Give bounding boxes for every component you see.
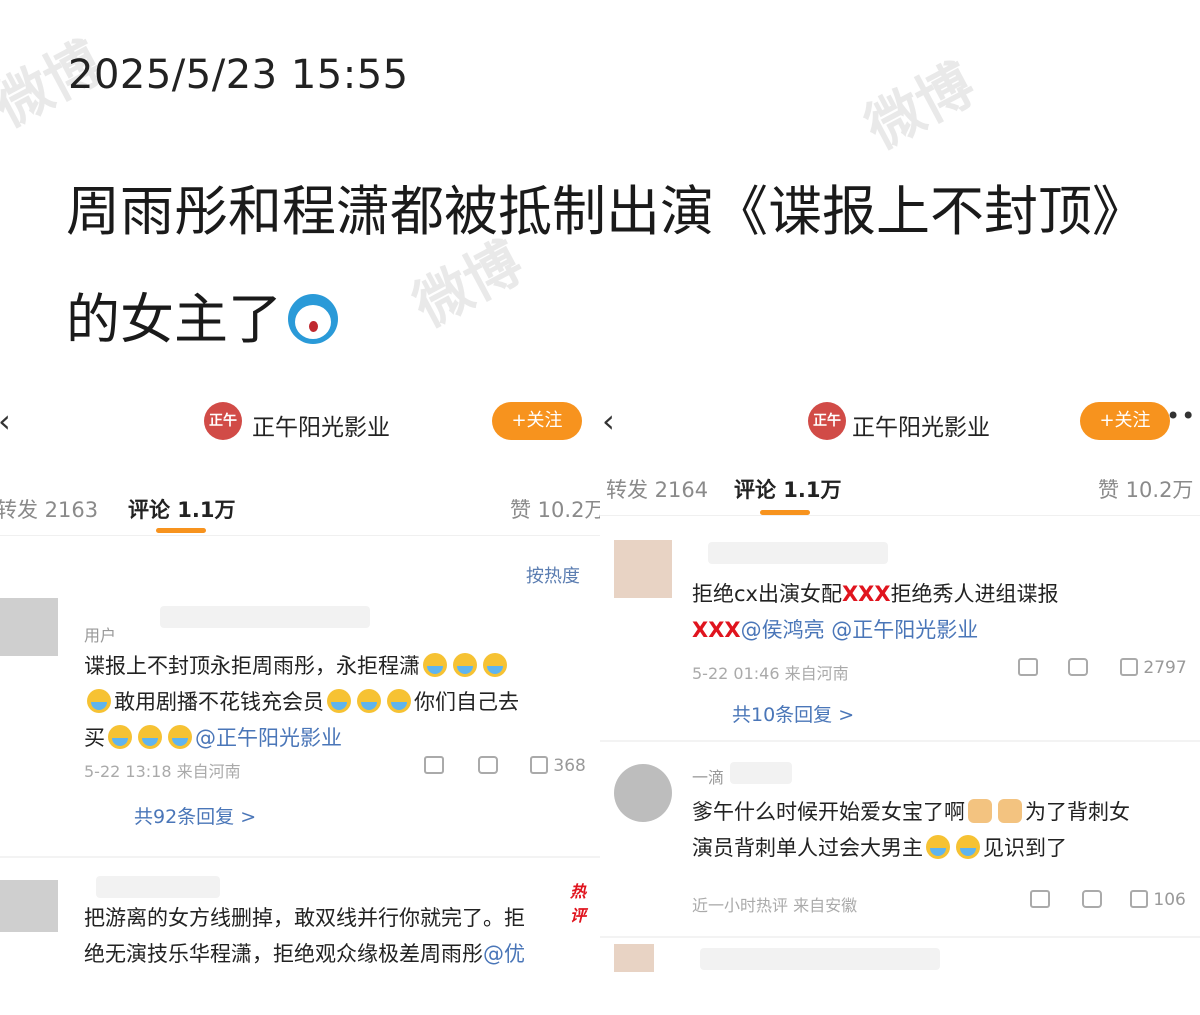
thumbs-up-emoji-icon [968, 799, 992, 823]
share-icon[interactable] [1018, 658, 1038, 678]
divider [600, 740, 1200, 742]
comment-meta: 近一小时热评 来自安徽 [692, 896, 858, 915]
avatar[interactable] [0, 598, 58, 656]
red-x-marks: XXX [841, 582, 891, 606]
reply-icon[interactable] [478, 756, 498, 776]
comment-text-part: 拒绝cx出演女配 [692, 582, 842, 606]
reply-icon[interactable] [1068, 658, 1088, 678]
avatar[interactable] [614, 540, 672, 598]
comment-text: 爹午什么时候开始爱女宝了啊 为了背刺女 演员背刺单人过会大男主 见识到了 [692, 794, 1192, 866]
crying-emoji-icon [108, 725, 132, 749]
share-icon[interactable] [1030, 890, 1050, 910]
crying-emoji-icon [357, 689, 381, 713]
comment-meta: 5-22 13:18 来自河南 [84, 762, 241, 781]
username[interactable]: 用户 [84, 622, 116, 646]
avatar[interactable] [0, 880, 58, 932]
crying-emoji-icon [168, 725, 192, 749]
account-logo[interactable]: 正午 [204, 402, 242, 440]
comment-text-part: 你们自己去 [414, 690, 519, 714]
crying-emoji-icon [956, 835, 980, 859]
comment-text-part: 敢用剧播不花钱充会员 [114, 690, 324, 714]
divider [0, 856, 600, 858]
tab-repost[interactable]: 转发 2163 [0, 494, 98, 524]
crying-emoji-icon [453, 653, 477, 677]
back-icon[interactable]: ‹ [602, 402, 615, 440]
share-icon[interactable] [424, 756, 444, 776]
like-action[interactable]: 106 [1130, 890, 1186, 910]
thumbs-up-icon [1130, 890, 1148, 908]
like-count: 106 [1153, 890, 1186, 910]
like-action[interactable]: 368 [530, 756, 586, 776]
comment-text-part: 演员背刺单人过会大男主 [692, 836, 923, 860]
account-logo[interactable]: 正午 [808, 402, 846, 440]
post-text: 周雨彤和程潇都被抵制出演《谍报上不封顶》的女主了 [66, 180, 1146, 351]
follow-button[interactable]: +关注 [1080, 402, 1170, 440]
crying-emoji-icon [327, 689, 351, 713]
blurred-username [730, 762, 792, 784]
tab-repost[interactable]: 转发 2164 [606, 474, 708, 504]
avatar[interactable] [614, 944, 654, 972]
active-tab-indicator [156, 528, 206, 533]
view-replies-link[interactable]: 共10条回复 > [732, 700, 854, 727]
comment-text-part: 爹午什么时候开始爱女宝了啊 [692, 800, 965, 824]
comment-text: 把游离的女方线删掉，敢双线并行你就完了。拒 绝无演技乐华程潇，拒绝观众缘极差周雨… [84, 900, 600, 972]
crying-emoji-icon [423, 653, 447, 677]
crying-emoji-icon [138, 725, 162, 749]
left-screenshot: ‹ 正午 正午阳光影业 +关注 转发 2163 评论 1.1万 赞 10.2万 … [0, 388, 600, 972]
right-screenshot: ‹ 正午 正午阳光影业 +关注 ••• 转发 2164 评论 1.1万 赞 10… [600, 388, 1200, 972]
tab-like[interactable]: 赞 10.2万 [1098, 474, 1193, 504]
blurred-username [700, 948, 940, 970]
comment-text-part: 绝无演技乐华程潇，拒绝观众缘极差周雨彤 [84, 942, 483, 966]
nav-bar: ‹ 正午 正午阳光影业 +关注 ••• [600, 388, 1200, 456]
post-body: 周雨彤和程潇都被抵制出演《谍报上不封顶》的女主了 [66, 158, 1146, 374]
tab-bar: 转发 2164 评论 1.1万 赞 10.2万 [600, 456, 1200, 516]
account-name[interactable]: 正午阳光影业 [852, 408, 990, 442]
mention-link[interactable]: @侯鸿亮 @正午阳光影业 [741, 618, 979, 642]
comment-text-part: 拒绝秀人进组谍报 [890, 582, 1059, 606]
red-x-marks: XXX [692, 618, 741, 642]
tab-comment[interactable]: 评论 1.1万 [734, 474, 842, 504]
like-action[interactable]: 2797 [1120, 658, 1187, 678]
comment-text: 谍报上不封顶永拒周雨彤，永拒程潇 敢用剧播不花钱充会员 你们自己去 买 @正午阳光影… [84, 648, 600, 756]
crying-emoji-icon [926, 835, 950, 859]
tab-like[interactable]: 赞 10.2万 [510, 494, 600, 524]
blurred-username [160, 606, 370, 628]
blurred-username [96, 876, 220, 898]
more-options-icon[interactable]: ••• [1166, 402, 1200, 430]
reply-icon[interactable] [1082, 890, 1102, 910]
active-tab-indicator [760, 510, 810, 515]
nav-bar: ‹ 正午 正午阳光影业 +关注 [0, 388, 600, 456]
back-icon[interactable]: ‹ [0, 402, 11, 440]
doraemon-emoji-icon [288, 294, 338, 344]
follow-button[interactable]: +关注 [492, 402, 582, 440]
comment-text-part: 把游离的女方线删掉，敢双线并行你就完了。拒 [84, 906, 525, 930]
comment-text: 拒绝cx出演女配XXX拒绝秀人进组谍报 XXX@侯鸿亮 @正午阳光影业 [692, 576, 1192, 648]
comment-text-part: 谍报上不封顶永拒周雨彤，永拒程潇 [84, 654, 420, 678]
thumbs-up-emoji-icon [998, 799, 1022, 823]
comment-text-part: 为了背刺女 [1025, 800, 1130, 824]
comment-text-part: 买 [84, 726, 105, 750]
blurred-username [708, 542, 888, 564]
crying-emoji-icon [87, 689, 111, 713]
username[interactable]: 一滴 [692, 764, 724, 788]
comment-meta: 5-22 01:46 来自河南 [692, 664, 849, 683]
account-name[interactable]: 正午阳光影业 [252, 408, 390, 442]
like-count: 368 [553, 756, 586, 776]
tab-bar: 转发 2163 评论 1.1万 赞 10.2万 [0, 476, 600, 536]
view-replies-link[interactable]: 共92条回复 > [134, 802, 256, 829]
post-timestamp: 2025/5/23 15:55 [68, 52, 409, 98]
divider [600, 936, 1200, 938]
comment-text-part: 见识到了 [983, 836, 1067, 860]
thumbs-up-icon [1120, 658, 1138, 676]
thumbs-up-icon [530, 756, 548, 774]
crying-emoji-icon [387, 689, 411, 713]
mention-link[interactable]: @正午阳光影业 [195, 726, 342, 750]
crying-emoji-icon [483, 653, 507, 677]
like-count: 2797 [1143, 658, 1187, 678]
watermark: 微博 [855, 51, 986, 162]
tab-comment[interactable]: 评论 1.1万 [128, 494, 236, 524]
avatar[interactable] [614, 764, 672, 822]
sort-by-hot[interactable]: 按热度 [526, 562, 580, 588]
mention-link[interactable]: @优 [483, 942, 525, 966]
